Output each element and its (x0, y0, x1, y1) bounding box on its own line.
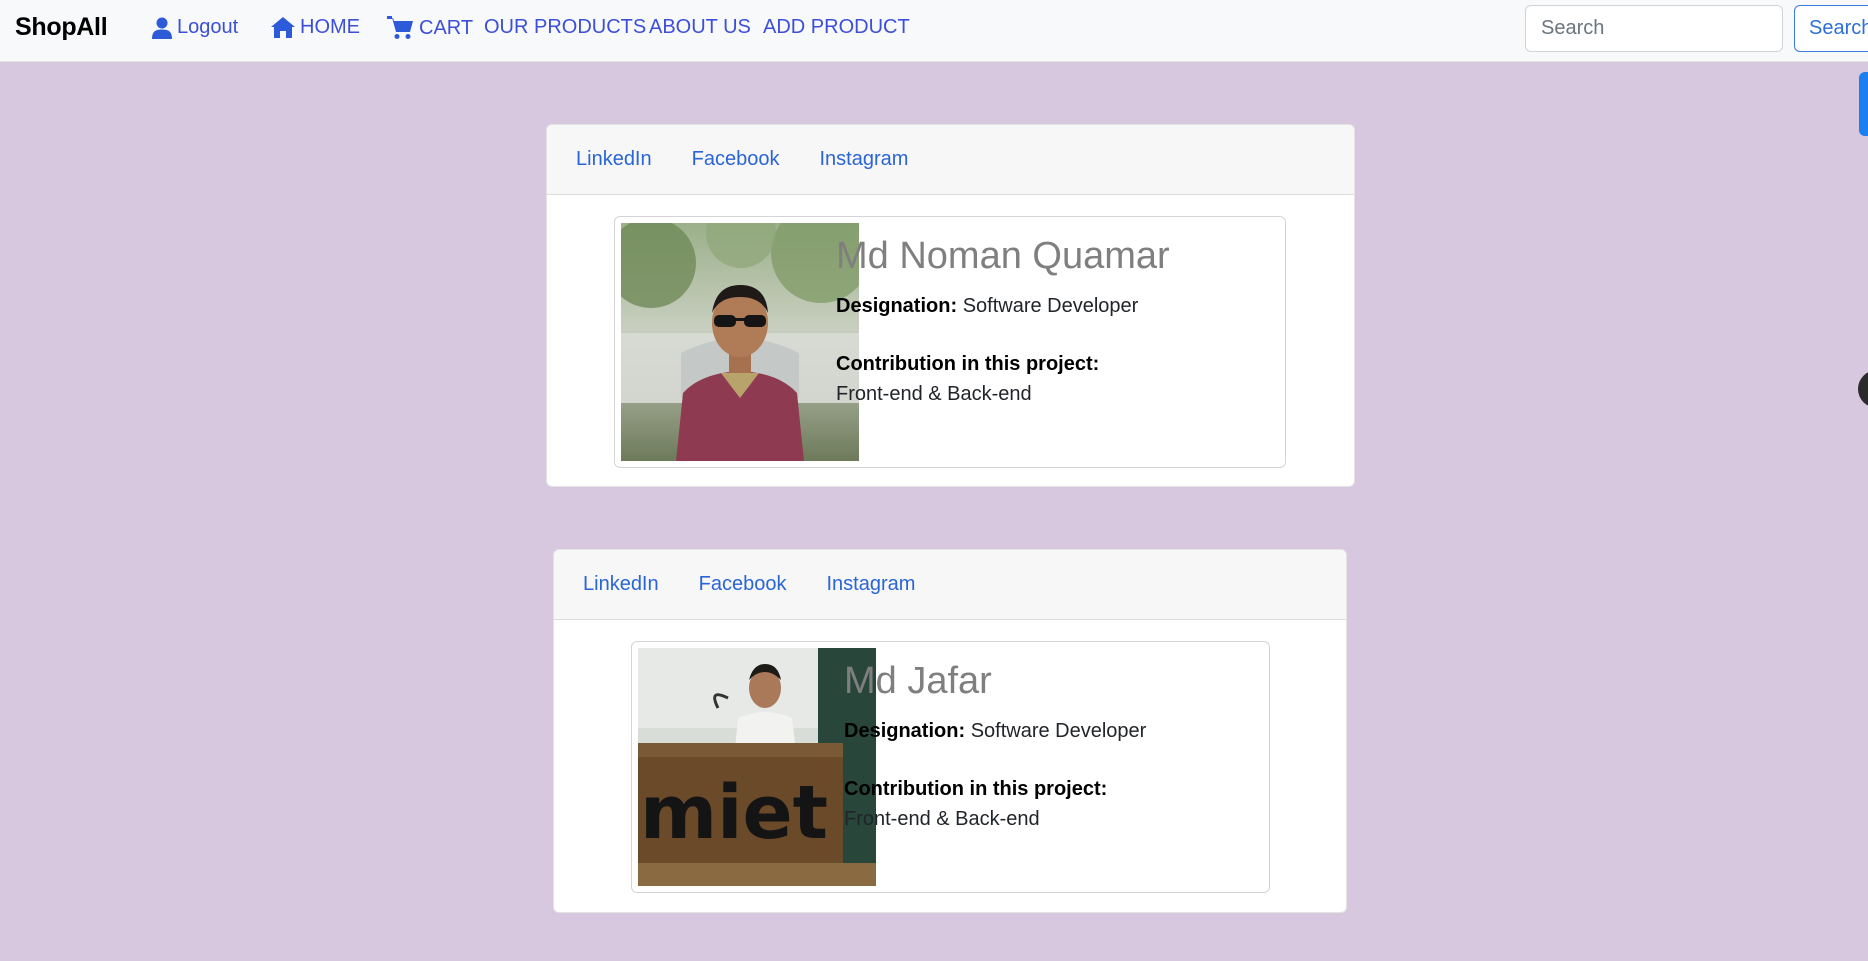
designation-label: Designation: (844, 720, 966, 742)
member-name: Md Noman Quamar (836, 235, 1170, 277)
nav-about-us[interactable]: ABOUT US (649, 16, 751, 39)
profile-box: Md Noman Quamar Designation: Software De… (614, 216, 1286, 468)
nav-cart-label: CART (419, 16, 474, 39)
contribution-label: Contribution in this project: (836, 353, 1100, 375)
side-chat-button[interactable] (1858, 370, 1868, 408)
profile-photo: miet (638, 648, 876, 886)
team-card: LinkedIn Facebook Instagram Md Noman Qua… (546, 124, 1355, 487)
nav-cart[interactable]: CART (387, 16, 473, 40)
instagram-link[interactable]: Instagram (819, 148, 908, 171)
contribution-row: Contribution in this project: Front-end … (836, 349, 1266, 409)
contribution-value: Front-end & Back-end (844, 808, 1040, 830)
podium-text: miet (640, 770, 828, 856)
card-header-social: LinkedIn Facebook Instagram (547, 125, 1354, 195)
side-feedback-tab[interactable] (1859, 72, 1868, 136)
navbar: ShopAll Logout HOME CART OUR PRODUCTS AB… (0, 0, 1868, 62)
cart-icon (387, 16, 413, 39)
nav-our-products[interactable]: OUR PRODUCTS (484, 16, 646, 39)
nav-logout[interactable]: Logout (152, 16, 238, 39)
team-card: LinkedIn Facebook Instagram miet Md Jafa… (553, 549, 1347, 913)
instagram-link[interactable]: Instagram (826, 573, 915, 596)
designation-row: Designation: Software Developer (836, 294, 1266, 318)
brand-logo[interactable]: ShopAll (15, 13, 108, 42)
designation-value: Software Developer (962, 295, 1139, 317)
profile-info: Md Noman Quamar Designation: Software De… (836, 234, 1266, 409)
profile-box: miet Md Jafar Designation: Software Deve… (631, 641, 1270, 893)
home-icon (271, 17, 295, 38)
facebook-link[interactable]: Facebook (699, 573, 787, 596)
nav-home-label: HOME (300, 16, 360, 38)
card-header-social: LinkedIn Facebook Instagram (554, 550, 1346, 620)
designation-row: Designation: Software Developer (844, 719, 1254, 743)
nav-add-product[interactable]: ADD PRODUCT (763, 16, 910, 39)
designation-value: Software Developer (970, 720, 1147, 742)
contribution-value: Front-end & Back-end (836, 383, 1032, 405)
search-button[interactable]: Search (1794, 5, 1868, 52)
profile-photo (621, 223, 859, 461)
contribution-row: Contribution in this project: Front-end … (844, 774, 1254, 834)
search-input[interactable] (1525, 5, 1783, 52)
profile-info: Md Jafar Designation: Software Developer… (844, 659, 1254, 834)
contribution-label: Contribution in this project: (844, 778, 1108, 800)
designation-label: Designation: (836, 295, 958, 317)
user-icon (152, 17, 172, 39)
nav-logout-label: Logout (177, 16, 239, 38)
linkedin-link[interactable]: LinkedIn (583, 573, 659, 596)
member-name: Md Jafar (844, 660, 992, 702)
facebook-link[interactable]: Facebook (692, 148, 780, 171)
linkedin-link[interactable]: LinkedIn (576, 148, 652, 171)
nav-home[interactable]: HOME (271, 16, 360, 39)
